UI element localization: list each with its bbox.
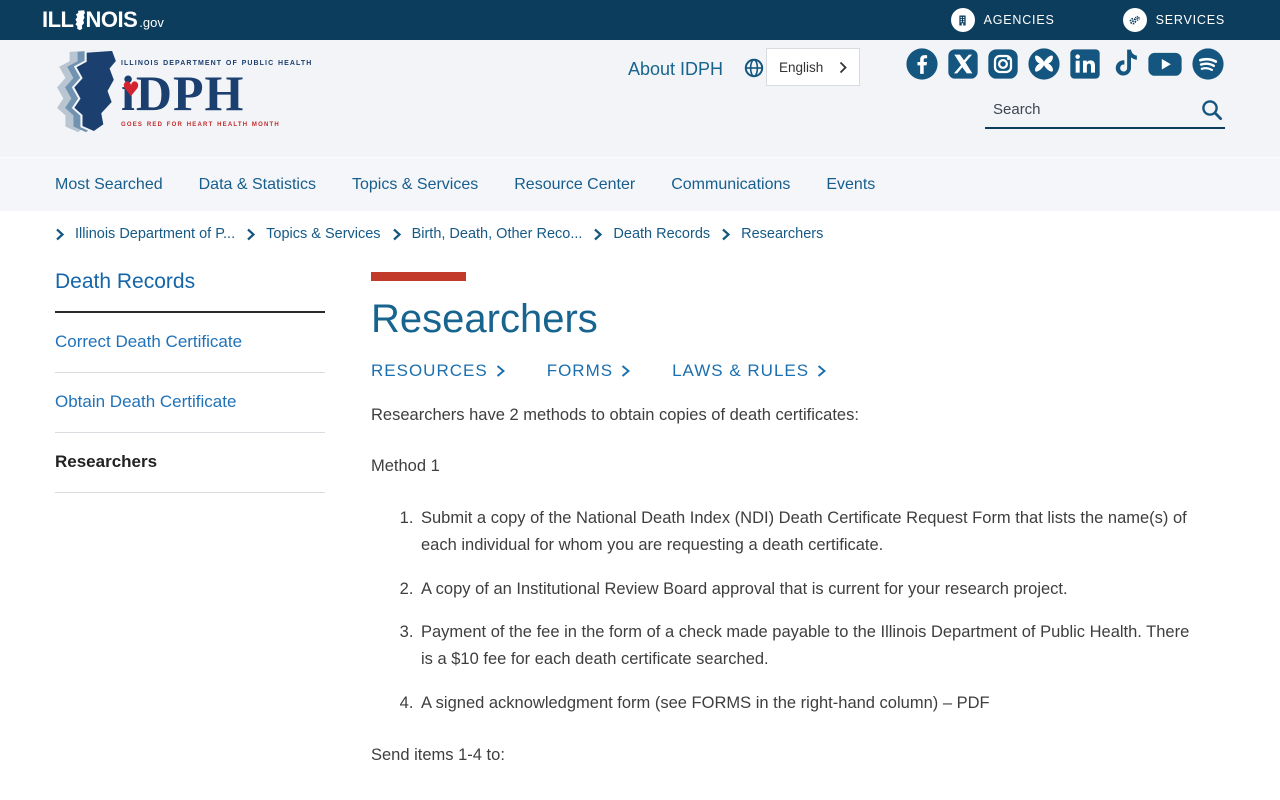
topbar-links: AGENCIES SERVICES xyxy=(950,8,1225,32)
gov-logo-text-left: ILL xyxy=(42,7,74,32)
search-button[interactable] xyxy=(1198,98,1226,122)
linkedin-icon[interactable] xyxy=(1069,48,1101,80)
chevron-right-icon xyxy=(621,365,631,377)
search-box xyxy=(985,92,1225,129)
main-navigation: Most Searched Data & Statistics Topics & S… xyxy=(0,157,1280,211)
nav-item[interactable]: Topics & Services xyxy=(352,176,478,194)
spotify-icon[interactable] xyxy=(1191,47,1225,81)
main-article: Researchers RESOURCES FORMS LAWS & RULES… xyxy=(371,270,1201,800)
breadcrumb: Illinois Department of P... Topics & Ser… xyxy=(0,211,1280,251)
idph-acronym: iDPH ♥ xyxy=(121,64,245,121)
method-steps-list: Submit a copy of the National Death Inde… xyxy=(371,505,1201,717)
quick-link[interactable]: RESOURCES xyxy=(371,361,505,381)
instagram-icon[interactable] xyxy=(987,48,1019,80)
breadcrumb-item[interactable]: Topics & Services xyxy=(266,226,380,242)
nav-item[interactable]: Events xyxy=(826,176,875,194)
idph-logo[interactable]: Illinois Department of Public Health iDP… xyxy=(55,50,312,134)
about-idph-link[interactable]: About IDPH xyxy=(628,59,723,80)
gov-logo-text-right: NOIS xyxy=(85,7,138,32)
method-step: A copy of an Institutional Review Board … xyxy=(418,576,1201,603)
method-step: A signed acknowledgment form (see FORMS … xyxy=(418,690,1201,717)
page-title: Researchers xyxy=(371,297,598,341)
chevron-right-icon xyxy=(56,228,64,240)
intro-paragraph: Researchers have 2 methods to obtain cop… xyxy=(371,406,859,424)
sidebar-item[interactable]: Obtain Death Certificate xyxy=(55,373,325,433)
chevron-right-icon xyxy=(817,365,827,377)
services-gears-icon xyxy=(1122,8,1147,32)
chevron-right-icon xyxy=(722,228,731,240)
agencies-link[interactable]: AGENCIES xyxy=(950,8,1055,32)
x-icon[interactable] xyxy=(947,48,979,80)
language-selector[interactable]: English xyxy=(766,48,860,86)
idph-logo-text: Illinois Department of Public Health iDP… xyxy=(121,57,312,128)
search-input[interactable] xyxy=(985,92,1198,127)
method-label: Method 1 xyxy=(371,457,440,476)
title-accent-bar xyxy=(371,272,466,281)
sidebar: Death Records Correct Death Certificate O… xyxy=(55,270,325,800)
idph-state-mark xyxy=(55,50,117,134)
mailing-address: Illinois Department of Public HealthDivi… xyxy=(371,794,1201,800)
quick-links: RESOURCES FORMS LAWS & RULES xyxy=(371,361,1201,381)
nav-item[interactable]: Communications xyxy=(671,176,790,194)
services-link[interactable]: SERVICES xyxy=(1122,8,1225,32)
send-instruction: Send items 1-4 to: xyxy=(371,746,505,765)
page-content: Death Records Correct Death Certificate O… xyxy=(0,251,1280,800)
illinois-state-icon xyxy=(74,9,85,30)
globe-icon xyxy=(744,58,764,78)
gov-logo-suffix: .gov xyxy=(139,15,164,30)
search-icon xyxy=(1202,99,1223,120)
government-topbar: ILL NOIS .gov AGENCIES SERVICES xyxy=(0,0,1280,40)
agencies-building-icon xyxy=(950,8,975,32)
chevron-right-icon xyxy=(839,61,847,73)
site-header: Illinois Department of Public Health iDP… xyxy=(0,40,1280,157)
chevron-right-icon xyxy=(392,228,401,240)
agencies-label: AGENCIES xyxy=(983,13,1055,27)
chevron-right-icon xyxy=(496,365,505,377)
breadcrumb-item[interactable]: Illinois Department of P... xyxy=(75,226,235,242)
breadcrumb-item[interactable]: Researchers xyxy=(741,226,823,242)
heart-icon: ♥ xyxy=(122,76,141,101)
quick-link[interactable]: LAWS & RULES xyxy=(672,361,827,381)
nav-item[interactable]: Resource Center xyxy=(514,176,635,194)
social-links xyxy=(905,47,1225,81)
nav-item[interactable]: Data & Statistics xyxy=(199,176,316,194)
youtube-icon[interactable] xyxy=(1147,48,1183,80)
sidebar-items: Correct Death Certificate Obtain Death Ce… xyxy=(55,313,325,493)
breadcrumb-item[interactable]: Birth, Death, Other Reco... xyxy=(412,226,583,242)
sidebar-item[interactable]: Correct Death Certificate xyxy=(55,313,325,373)
chevron-right-icon xyxy=(594,228,603,240)
method-step: Payment of the fee in the form of a chec… xyxy=(418,619,1201,673)
method-step: Submit a copy of the National Death Inde… xyxy=(418,505,1201,559)
sidebar-title-death-records[interactable]: Death Records xyxy=(55,270,325,313)
address-line: Illinois Department of Public Health xyxy=(371,794,1201,800)
bluesky-icon[interactable] xyxy=(1027,47,1061,81)
facebook-icon[interactable] xyxy=(905,47,939,81)
services-label: SERVICES xyxy=(1155,13,1225,27)
chevron-right-icon xyxy=(247,228,256,240)
sidebar-item[interactable]: Researchers xyxy=(55,433,325,493)
breadcrumb-item[interactable]: Death Records xyxy=(613,226,710,242)
quick-link[interactable]: FORMS xyxy=(547,361,631,381)
tiktok-icon[interactable] xyxy=(1109,47,1139,81)
language-selected: English xyxy=(779,59,824,75)
nav-item[interactable]: Most Searched xyxy=(55,176,163,194)
illinois-gov-logo[interactable]: ILL NOIS .gov xyxy=(42,7,164,33)
